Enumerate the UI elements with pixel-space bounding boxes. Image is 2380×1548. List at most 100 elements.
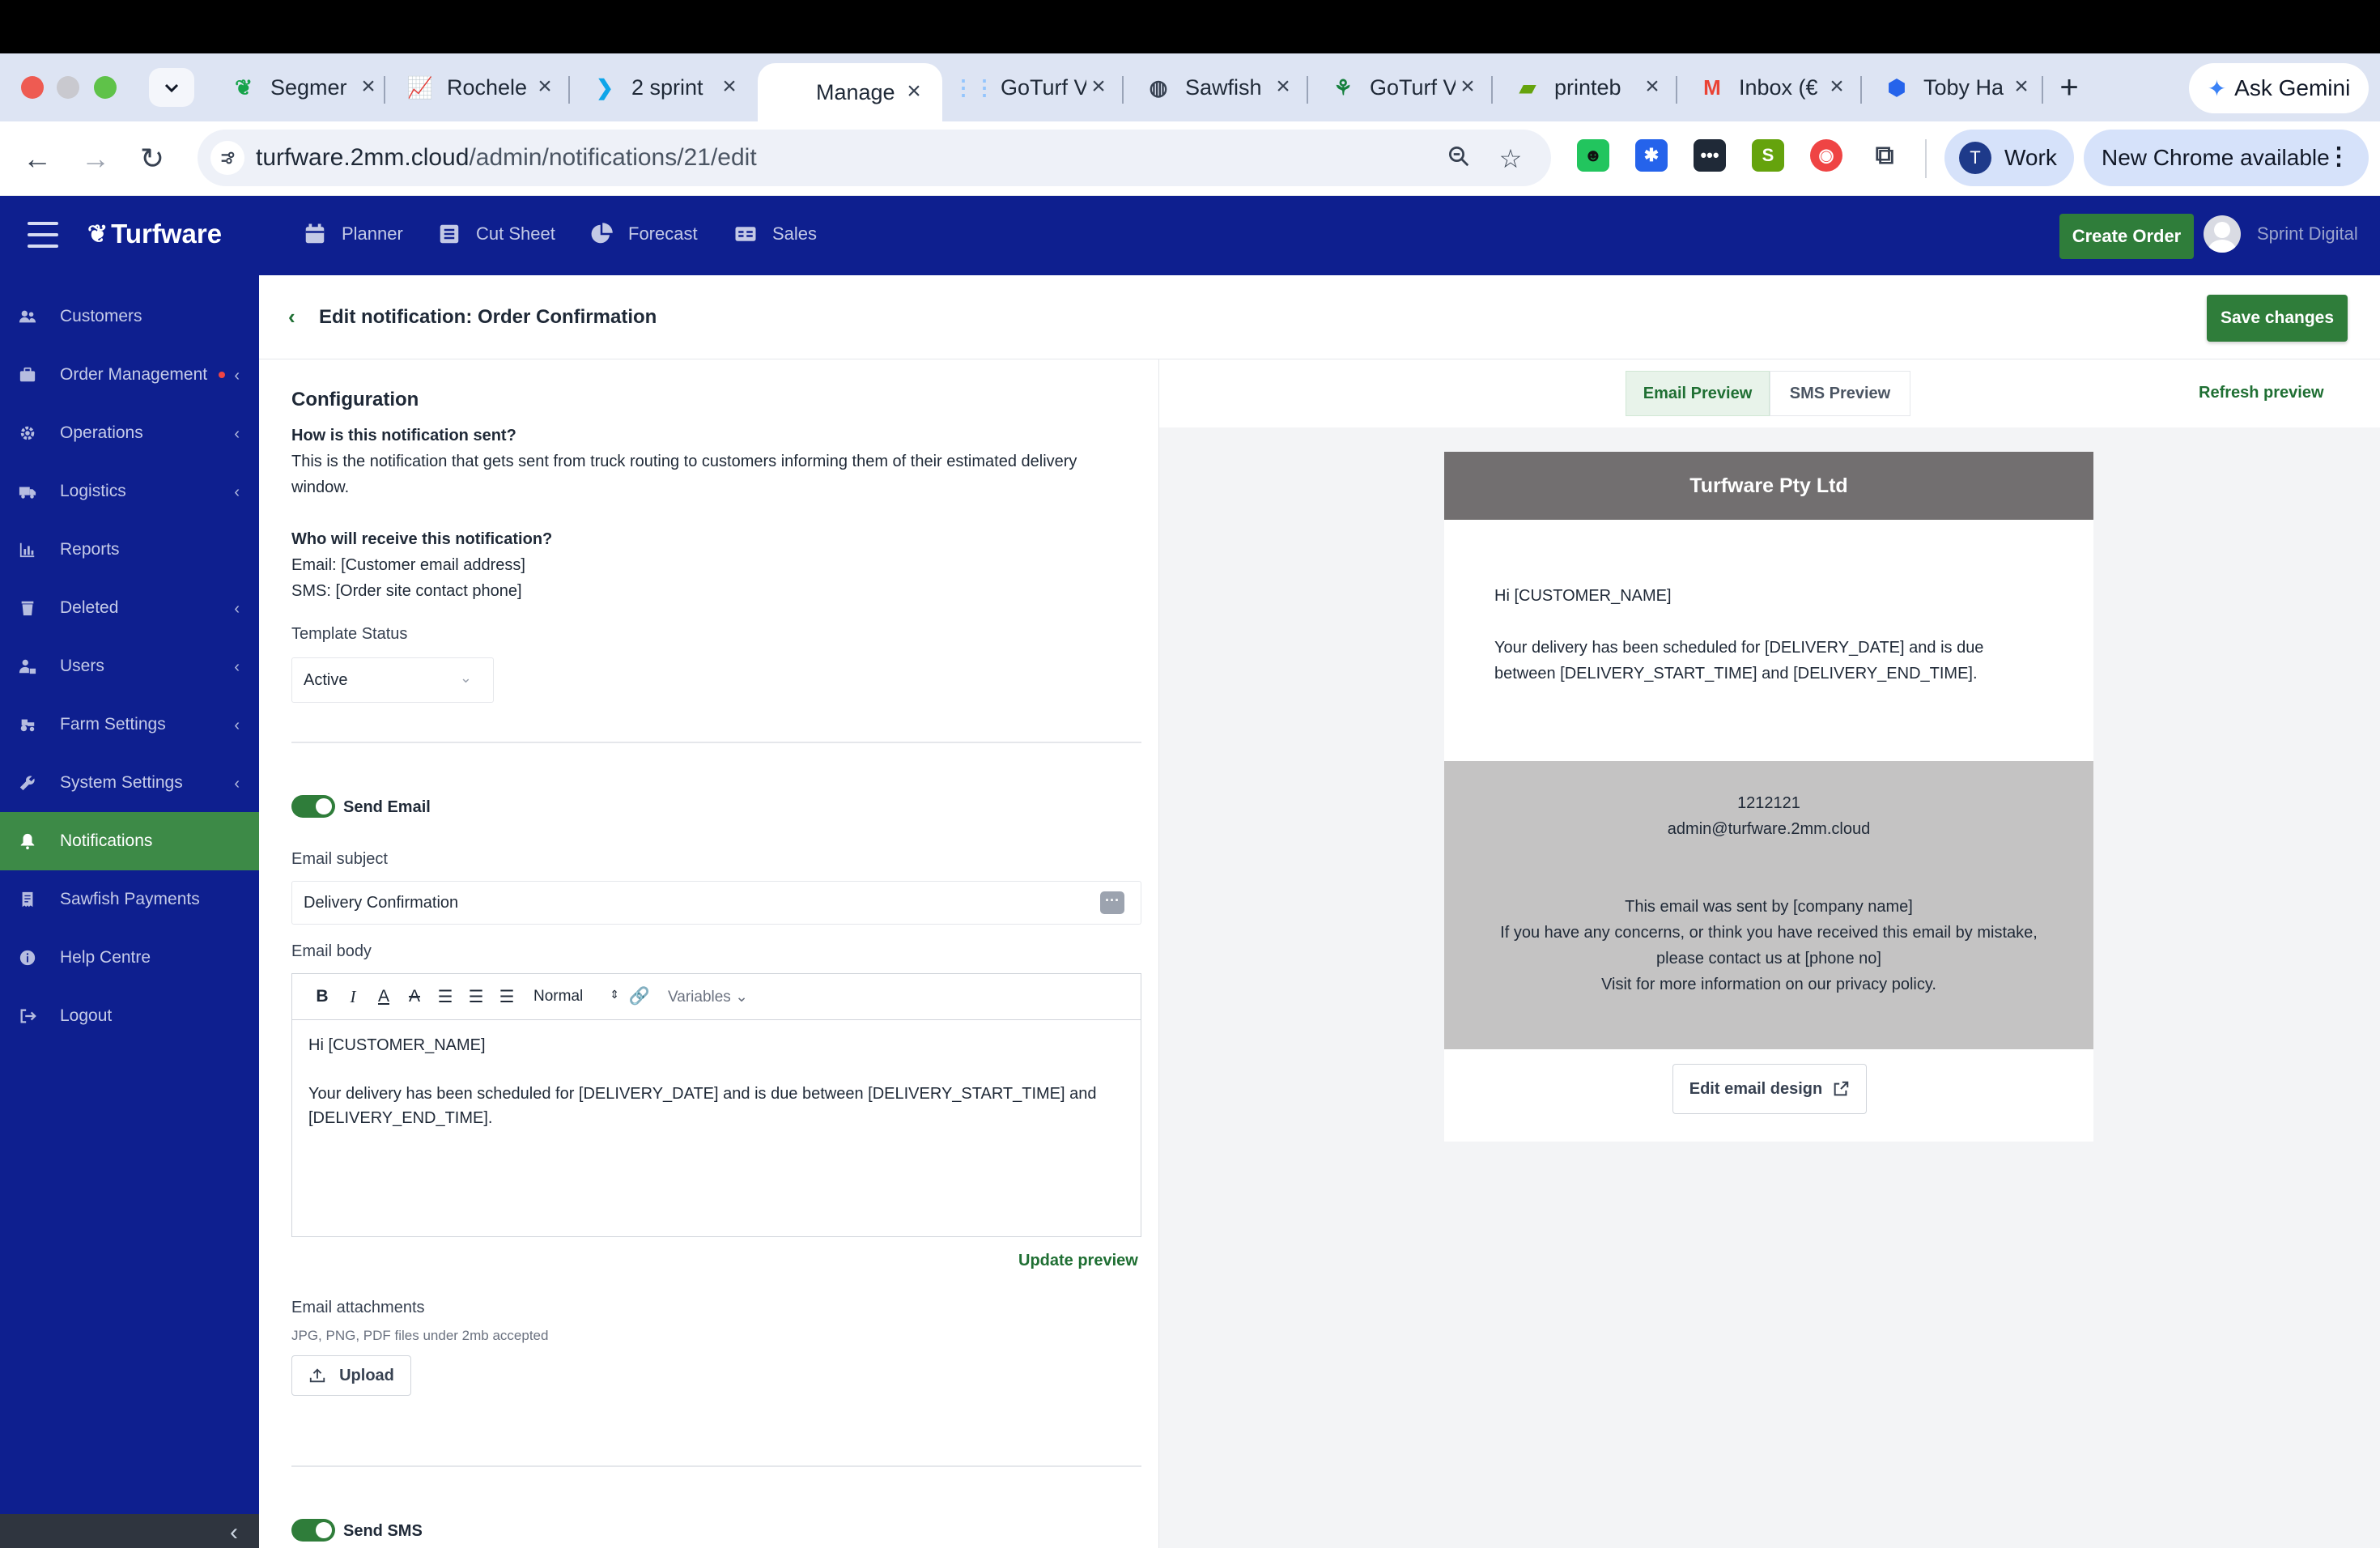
close-tab-icon[interactable]: × (2009, 74, 2034, 99)
sidebar-item-customers[interactable]: Customers (0, 287, 259, 346)
close-tab-icon[interactable]: × (356, 74, 380, 99)
how-sent-answer-line1: This is the notification that gets sent … (291, 453, 1077, 470)
site-info-icon[interactable] (210, 141, 244, 175)
close-tab-icon[interactable]: × (902, 79, 926, 104)
sidebar-item-order-management[interactable]: Order Management ‹ (0, 346, 259, 404)
tab-sms-preview[interactable]: SMS Preview (1770, 371, 1910, 416)
send-sms-toggle[interactable] (291, 1519, 335, 1542)
chrome-update-button[interactable]: New Chrome available ⋮ (2084, 130, 2369, 186)
save-changes-button[interactable]: Save changes (2207, 295, 2348, 342)
browser-tab-active[interactable]: Manage × (758, 63, 942, 121)
menu-hamburger-icon[interactable] (28, 222, 58, 248)
browser-tab[interactable]: ⬢ Toby Ha × (1865, 63, 2050, 112)
extension-dots-icon[interactable]: ••• (1694, 139, 1726, 172)
tab-separator (1307, 76, 1308, 104)
email-company-header: Turfware Pty Ltd (1444, 452, 2093, 520)
sidebar-collapse-button[interactable]: ‹ (0, 1514, 259, 1548)
sidebar-item-system-settings[interactable]: System Settings ‹ (0, 754, 259, 812)
more-options-icon[interactable]: ··· (1100, 891, 1124, 914)
sidebar-item-reports[interactable]: Reports (0, 521, 259, 579)
italic-button[interactable]: I (338, 987, 368, 1007)
browser-tab[interactable]: ⋮⋮ GoTurf V × (942, 63, 1127, 112)
extension-gear-icon[interactable]: ✱ (1635, 139, 1668, 172)
ask-gemini-button[interactable]: ✦ Ask Gemini (2189, 63, 2369, 113)
browser-tab[interactable]: ◍ Sawfish × (1127, 63, 1311, 112)
bold-button[interactable]: B (307, 987, 338, 1006)
topnav-planner[interactable]: Planner (303, 222, 403, 246)
user-name[interactable]: Sprint Digital (2257, 223, 2358, 245)
sidebar-item-logistics[interactable]: Logistics ‹ (0, 462, 259, 521)
users-icon (18, 307, 37, 326)
sidebar-item-deleted[interactable]: Deleted ‹ (0, 579, 259, 637)
extension-robot-icon[interactable]: ☻ (1577, 139, 1609, 172)
browser-tab[interactable]: ▰ printeb × (1496, 63, 1681, 112)
extension-shopify-icon[interactable]: S (1752, 139, 1784, 172)
tab-separator (568, 76, 570, 104)
topnav-cut-sheet[interactable]: Cut Sheet (437, 222, 555, 246)
align-right-button[interactable]: ☰ (491, 987, 522, 1007)
extension-lastpass-icon[interactable]: ◉ (1810, 139, 1842, 172)
send-email-toggle[interactable] (291, 795, 335, 818)
edit-email-design-button[interactable]: Edit email design (1672, 1064, 1867, 1114)
close-window-button[interactable] (21, 76, 44, 99)
link-icon[interactable]: 🔗 (624, 987, 655, 1006)
browser-tab[interactable]: ❦ Segmer × (212, 63, 397, 112)
new-tab-button[interactable]: + (2051, 70, 2087, 105)
close-tab-icon[interactable]: × (717, 74, 742, 99)
refresh-preview-link[interactable]: Refresh preview (2199, 384, 2324, 402)
editor-line: Your delivery has been scheduled for [DE… (308, 1085, 1097, 1103)
sidebar: Customers Order Management ‹ Operations … (0, 275, 259, 1548)
sidebar-item-logout[interactable]: Logout (0, 987, 259, 1045)
sidebar-item-farm-settings[interactable]: Farm Settings ‹ (0, 695, 259, 754)
sidebar-item-operations[interactable]: Operations ‹ (0, 404, 259, 462)
create-order-button[interactable]: Create Order (2059, 214, 2194, 259)
sidebar-item-notifications[interactable]: Notifications (0, 812, 259, 870)
sidebar-item-users[interactable]: Users ‹ (0, 637, 259, 695)
forward-button[interactable]: → (78, 141, 113, 176)
tab-email-preview[interactable]: Email Preview (1626, 371, 1770, 416)
address-bar[interactable]: turfware.2mm.cloud/admin/notifications/2… (198, 130, 1551, 186)
extensions-puzzle-icon[interactable]: ⧉ (1868, 139, 1901, 172)
list-icon (440, 224, 459, 244)
upload-button[interactable]: Upload (291, 1355, 411, 1396)
chevron-left-icon: ‹ (234, 775, 240, 793)
align-left-button[interactable]: ☰ (430, 987, 461, 1007)
browser-tab[interactable]: ❯ 2 sprint × (573, 63, 758, 112)
topnav-sales[interactable]: Sales (733, 222, 817, 246)
variables-dropdown[interactable]: Variables ⌄ (668, 988, 748, 1006)
email-body-editor[interactable]: Hi [CUSTOMER_NAME] Your delivery has bee… (291, 1020, 1141, 1237)
os-menu-bar (0, 0, 2380, 53)
reload-button[interactable]: ↻ (134, 141, 170, 176)
sidebar-item-help-centre[interactable]: Help Centre (0, 929, 259, 987)
update-preview-link[interactable]: Update preview (1018, 1252, 1138, 1270)
pie-chart-icon (591, 223, 613, 244)
browser-tab[interactable]: 📈 Rochele × (389, 63, 573, 112)
chevron-down-icon (164, 83, 179, 93)
close-tab-icon[interactable]: × (1640, 74, 1664, 99)
text-color-button[interactable]: A (368, 987, 399, 1006)
topnav-forecast[interactable]: Forecast (589, 222, 698, 246)
highlight-button[interactable]: A (399, 987, 430, 1006)
sidebar-item-sawfish-payments[interactable]: Sawfish Payments (0, 870, 259, 929)
maximize-window-button[interactable] (94, 76, 117, 99)
back-chevron-icon[interactable]: ‹ (288, 304, 295, 330)
close-tab-icon[interactable]: × (1825, 74, 1849, 99)
minimize-window-button[interactable] (57, 76, 79, 99)
back-button[interactable]: ← (19, 141, 55, 176)
email-subject-input[interactable]: Delivery Confirmation ··· (291, 881, 1141, 925)
align-center-button[interactable]: ☰ (461, 987, 491, 1007)
close-tab-icon[interactable]: × (1271, 74, 1295, 99)
close-tab-icon[interactable]: × (1456, 74, 1480, 99)
browser-tab[interactable]: ⚘ GoTurf V × (1311, 63, 1496, 112)
zoom-icon[interactable] (1444, 144, 1473, 173)
format-select[interactable]: Normal ⇕ (533, 988, 624, 1006)
profile-button[interactable]: T Work (1944, 130, 2074, 186)
close-tab-icon[interactable]: × (533, 74, 557, 99)
browser-tab[interactable]: M Inbox (€ × (1681, 63, 1865, 112)
user-avatar[interactable] (2204, 215, 2241, 253)
bookmark-star-icon[interactable]: ☆ (1496, 144, 1525, 173)
close-tab-icon[interactable]: × (1086, 74, 1111, 99)
brand-logo[interactable]: ❦ Turfware (87, 219, 222, 249)
template-status-select[interactable]: Active ⌄ (291, 657, 494, 703)
tab-search-button[interactable] (149, 68, 194, 107)
